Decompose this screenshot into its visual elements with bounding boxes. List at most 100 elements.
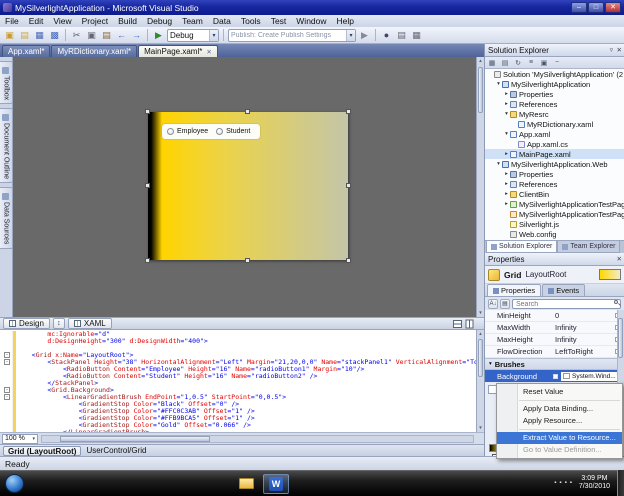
properties-window-icon[interactable]: ▦ [410,29,423,42]
save-icon[interactable]: ▦ [33,29,46,42]
scroll-up-arrow-icon[interactable]: ▲ [477,330,484,338]
tree-item[interactable]: ▾ App.xaml [485,129,624,139]
tab-properties[interactable]: Properties [487,284,542,296]
minimize-icon[interactable]: – [571,2,587,13]
network-icon[interactable]: ▪ [559,480,561,486]
resize-handle[interactable] [145,109,150,114]
radio-button-student[interactable]: Student [216,128,250,135]
view-designer-icon[interactable]: ▣ [539,58,549,68]
resize-handle[interactable] [346,258,351,263]
menu-file[interactable]: File [0,15,24,27]
zoom-combo[interactable]: 100 % ▾ [2,433,38,444]
tree-expander-icon[interactable]: ▸ [503,151,510,157]
tab-events[interactable]: Events [542,284,586,296]
tree-item[interactable]: ▸ ClientBin [485,189,624,199]
solution-explorer-title-bar[interactable]: Solution Explorer ▿ ✕ [485,44,624,57]
menu-team[interactable]: Team [177,15,208,27]
tree-item[interactable]: ▸ MainPage.xaml [485,149,624,159]
view-code-icon[interactable]: ≡ [526,58,536,68]
pin-icon[interactable]: ▿ [610,46,613,54]
tree-expander-icon[interactable]: ▾ [495,161,502,167]
solution-explorer-icon[interactable]: ▤ [395,29,408,42]
tree-item[interactable]: Solution 'MySilverlightApplication' (2 p… [485,69,624,79]
tree-item[interactable]: ▸ References [485,99,624,109]
selected-name[interactable]: LayoutRoot [525,270,566,279]
editor-vertical-scrollbar[interactable]: ▲ ▼ [476,330,484,432]
property-value[interactable]: Infinity [555,335,615,344]
tree-item[interactable]: ▾ MyResrc [485,109,624,119]
resize-handle[interactable] [145,183,150,188]
doc-tab[interactable]: MyRDictionary.xaml* [51,45,138,57]
scrollbar-thumb[interactable] [60,435,210,442]
collapse-all-icon[interactable]: − [552,58,562,68]
tree-item[interactable]: ▸ References [485,179,624,189]
tree-item[interactable]: ▸ MySilverlightApplicationTestPage.aspx [485,199,624,209]
scrollbar-thumb[interactable] [618,318,623,358]
tree-item[interactable]: ▾ MySilverlightApplication [485,79,624,89]
properties-title-bar[interactable]: Properties ✕ [485,253,624,266]
xaml-editor[interactable]: mc:Ignorable="d" d:DesignHeight="300" d:… [0,330,484,444]
swap-panes-button[interactable]: ↕ [52,318,65,329]
property-row[interactable]: FlowDirection LeftToRight [485,346,624,358]
word-icon[interactable]: W [263,473,289,494]
side-tab-data-sources[interactable]: Data Sources [0,187,13,249]
design-surface[interactable]: Employee Student [13,57,476,317]
resize-handle[interactable] [346,109,351,114]
property-value[interactable]: System.Wind... [561,371,621,381]
breadcrumb-path[interactable]: UserControl/Grid [86,446,146,455]
cut-icon[interactable]: ✂ [70,29,83,42]
tree-item[interactable]: Silverlight.js [485,219,624,229]
editor-horizontal-scrollbar[interactable] [41,434,474,443]
open-file-icon[interactable]: ▤ [18,29,31,42]
copy-icon[interactable]: ▣ [85,29,98,42]
tree-item[interactable]: App.xaml.cs [485,139,624,149]
action-center-icon[interactable]: ▪ [570,480,572,486]
tree-item[interactable]: ▾ MySilverlightApplication.Web [485,159,624,169]
brushes-section-header[interactable]: ▾ Brushes [485,358,624,370]
context-menu-item[interactable]: Apply Data Binding... [497,403,622,415]
scroll-up-arrow-icon[interactable]: ▲ [477,57,484,65]
menu-build[interactable]: Build [113,15,142,27]
chevron-down-icon[interactable]: ▾ [346,29,355,41]
show-all-files-icon[interactable]: ▤ [500,58,510,68]
tree-item[interactable]: ▸ Properties [485,89,624,99]
close-icon[interactable]: ✕ [617,46,622,54]
undo-icon[interactable]: ← [115,29,128,42]
tree-item[interactable]: Web.config [485,229,624,239]
fold-toggle-icon[interactable]: - [4,394,10,400]
resize-handle[interactable] [245,109,250,114]
artboard-layoutroot-grid[interactable]: Employee Student [145,109,351,263]
context-menu-item[interactable]: Apply Resource... [497,415,622,427]
code-area[interactable]: mc:Ignorable="d" d:DesignHeight="300" d:… [0,331,476,432]
menu-project[interactable]: Project [77,15,113,27]
resize-handle[interactable] [346,183,351,188]
design-vertical-scrollbar[interactable]: ▲ ▼ [476,57,484,317]
find-icon[interactable]: ● [380,29,393,42]
menu-window[interactable]: Window [291,15,331,27]
tree-expander-icon[interactable]: ▾ [503,111,510,117]
search-input[interactable] [512,299,621,310]
context-menu-item[interactable]: Reset Value [497,386,622,398]
scrollbar-thumb[interactable] [478,339,483,377]
redo-icon[interactable]: → [130,29,143,42]
paste-icon[interactable]: ▤ [100,29,113,42]
sort-az-icon[interactable]: A↓ [488,298,498,309]
scroll-down-arrow-icon[interactable]: ▼ [477,424,484,432]
start-button[interactable] [5,474,24,493]
tree-item[interactable]: MySilverlightApplicationTestPage.html [485,209,624,219]
explorer-icon[interactable] [233,474,259,494]
tree-expander-icon[interactable]: ▸ [503,171,510,177]
property-value[interactable]: LeftToRight [555,347,615,356]
tab-close-icon[interactable]: ✕ [206,48,211,56]
category-icon[interactable]: ▤ [500,298,510,309]
context-menu-item[interactable]: Go to Value Definition... [497,444,622,456]
property-value[interactable]: 0 [555,311,615,320]
split-horizontal-icon[interactable] [453,320,462,328]
close-icon[interactable]: ✕ [605,2,621,13]
configuration-combo[interactable]: Debug ▾ [167,28,219,42]
taskbar-clock[interactable]: 3:09 PM 7/30/2010 [575,475,614,492]
show-hidden-icon[interactable]: ▪ [554,480,556,486]
context-menu-item[interactable]: Extract Value to Resource... [497,432,622,444]
side-tab-document-outline[interactable]: Document Outline [0,108,13,184]
tree-expander-icon[interactable]: ▸ [503,181,510,187]
